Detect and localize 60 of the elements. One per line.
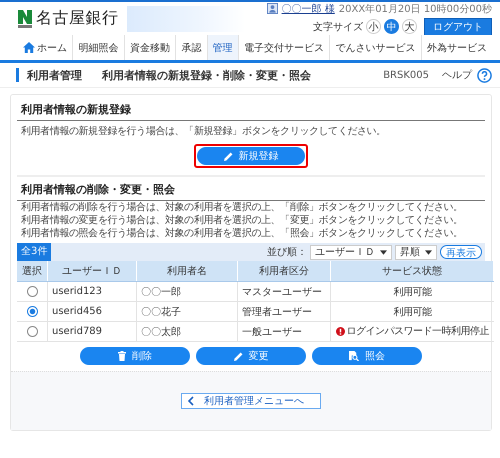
column-header: サービス状態 xyxy=(330,261,494,282)
chevron-left-icon xyxy=(188,396,194,406)
column-header: 利用者区分 xyxy=(238,261,330,282)
logout-button[interactable]: ログアウト xyxy=(424,18,492,36)
action-button[interactable]: 照会 xyxy=(312,347,422,365)
refresh-button[interactable]: 再表示 xyxy=(440,245,482,259)
table-cell: 〇〇太郎 xyxy=(136,322,238,342)
trash-icon xyxy=(118,351,126,361)
user-name: 〇〇一郎 様 xyxy=(282,2,335,16)
table-cell: マスターユーザー xyxy=(238,282,330,302)
sort-order-dropdown[interactable]: 昇順 xyxy=(395,244,437,260)
bank-name: 名古屋銀行 xyxy=(36,8,118,29)
section-heading: 利用者情報の新規登録 xyxy=(17,99,485,121)
back-button[interactable]: 利用者管理メニューへ xyxy=(181,393,321,409)
pencil-icon xyxy=(224,152,232,160)
table-cell-text: 利用可能 xyxy=(393,306,432,318)
instruction-text: 利用者情報の変更を行う場合は、対象の利用者を選択の上、「変更」ボタンをクリックしてください。 xyxy=(21,214,464,227)
table-cell: userid456 xyxy=(48,302,136,322)
radio-button[interactable] xyxy=(26,326,38,337)
pencil-icon xyxy=(234,352,242,360)
column-header: 選択 xyxy=(17,261,48,282)
login-datetime: 20XX年01月20日 10時00分00秒 xyxy=(338,2,492,16)
help-link[interactable]: ヘルプ xyxy=(442,68,472,82)
instruction-text: 利用者情報の削除を行う場合は、対象の利用者を選択の上、「削除」ボタンをクリックしてください。 xyxy=(21,201,464,214)
radio-button[interactable] xyxy=(26,306,38,317)
font-size-button[interactable]: 小 xyxy=(366,19,381,34)
font-size-label: 文字サイズ xyxy=(313,20,363,34)
table-cell: 一般ユーザー xyxy=(238,322,330,342)
sort-label: 並び順： xyxy=(267,246,307,259)
home-icon xyxy=(23,42,36,53)
caret-icon xyxy=(380,250,387,254)
document-search-icon xyxy=(349,351,359,361)
column-header: 利用者名 xyxy=(136,261,238,282)
help-icon[interactable] xyxy=(477,68,492,82)
sort-key-dropdown[interactable]: ユーザーＩＤ xyxy=(310,244,392,260)
caret-icon xyxy=(425,250,432,254)
new-registration-button[interactable]: 新規登録 xyxy=(197,147,305,165)
column-header: ユーザーＩＤ xyxy=(48,261,136,282)
page-category: 利用者管理 xyxy=(27,68,82,82)
table-cell: 管理者ユーザー xyxy=(238,302,330,322)
table-cell: 〇〇一郎 xyxy=(136,282,238,302)
instruction-text: 利用者情報の新規登録を行う場合は、「新規登録」ボタンをクリックしてください。 xyxy=(21,124,387,138)
table-cell-text: ログインパスワード一時利用停止 xyxy=(346,324,489,338)
table-cell: userid789 xyxy=(48,322,136,342)
font-size-button[interactable]: 大 xyxy=(402,19,417,34)
table-cell: 〇〇花子 xyxy=(136,302,238,322)
user-icon xyxy=(266,3,278,14)
instruction-text: 利用者情報の照会を行う場合は、対象の利用者を選択の上、「照会」ボタンをクリックしてください。 xyxy=(21,227,464,240)
screen-id: BRSK005 xyxy=(383,70,429,80)
nav-tab[interactable]: 管理 xyxy=(208,35,239,60)
action-button[interactable]: 削除 xyxy=(80,347,190,365)
section-heading: 利用者情報の削除・変更・照会 xyxy=(17,179,485,201)
table-cell: userid123 xyxy=(48,282,136,302)
bank-logo-icon xyxy=(18,10,32,28)
table-cell-text: 利用可能 xyxy=(393,286,432,298)
font-size-button[interactable]: 中 xyxy=(384,19,399,34)
radio-button[interactable] xyxy=(26,286,38,297)
page-title: 利用者情報の新規登録・削除・変更・照会 xyxy=(102,68,311,82)
action-button[interactable]: 変更 xyxy=(196,347,306,365)
result-count: 全3件 xyxy=(17,243,52,261)
